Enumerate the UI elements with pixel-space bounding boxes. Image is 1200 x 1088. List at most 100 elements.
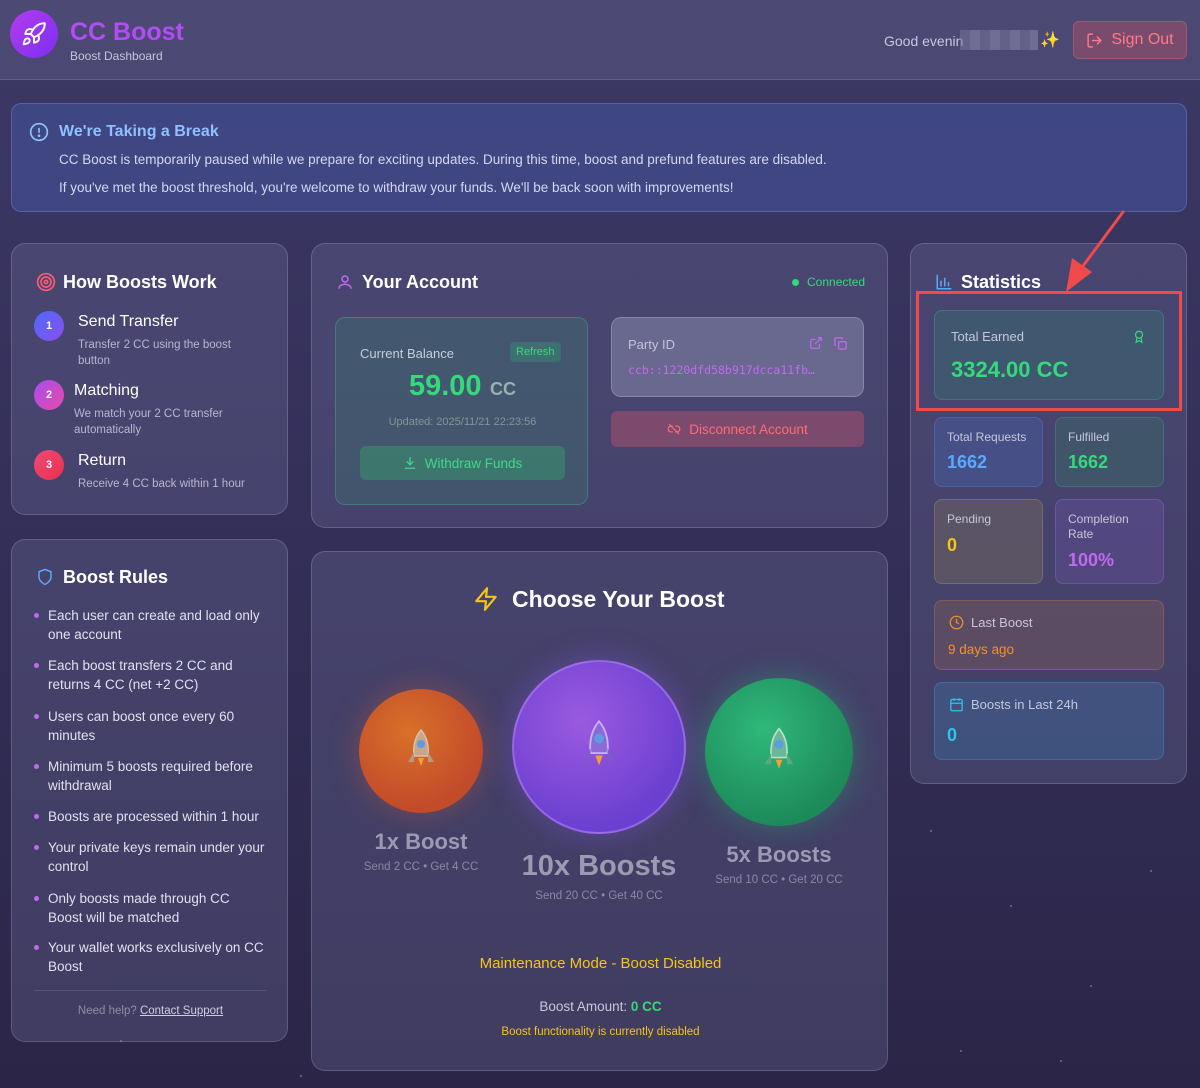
last-boost-panel: Last Boost 9 days ago xyxy=(934,600,1164,670)
boost-amount-label: Boost Amount: xyxy=(539,999,628,1014)
boosts-last24-panel: Boosts in Last 24h 0 xyxy=(934,682,1164,760)
last-boost-label: Last Boost xyxy=(971,615,1033,630)
copy-icon[interactable] xyxy=(833,336,848,351)
help-text: Need help? xyxy=(77,1005,137,1017)
boosts-last24-value: 0 xyxy=(947,725,958,745)
party-id-value: ccb::1220dfd58b917dcca11fb… xyxy=(628,363,815,377)
clock-icon xyxy=(949,615,964,630)
party-id-panel: Party ID ccb::1220dfd58b917dcca11fb… xyxy=(611,317,864,397)
redacted-username xyxy=(960,30,1038,50)
fulfilled-label: Fulfilled xyxy=(1068,430,1110,444)
boost-option-1x-desc: Send 2 CC • Get 4 CC xyxy=(363,861,479,873)
sparkle-icon: ✨ xyxy=(1040,32,1060,49)
boost-rules-card: Boost Rules Each user can create and loa… xyxy=(11,539,288,1042)
boost-option-10x-desc: Send 20 CC • Get 40 CC xyxy=(535,890,663,902)
banner-text-1: CC Boost is temporarily paused while we … xyxy=(59,152,827,167)
status-text: Connected xyxy=(807,275,866,289)
bar-chart-icon xyxy=(936,274,952,290)
statistics-title: Statistics xyxy=(961,272,1042,292)
step-title-2: Matching xyxy=(74,382,139,399)
status-dot-icon xyxy=(792,278,799,286)
brand-subtitle: Boost Dashboard xyxy=(70,49,163,63)
balance-label: Current Balance xyxy=(360,346,454,361)
highlight-box xyxy=(916,291,1182,411)
pending-label: Pending xyxy=(947,512,992,526)
pending-panel: Pending 0 xyxy=(934,499,1043,584)
how-boosts-card: How Boosts Work 1 Send Transfer Transfer… xyxy=(11,243,288,515)
rocket-icon xyxy=(583,719,615,766)
external-link-icon[interactable] xyxy=(809,336,823,350)
completion-rate-value: 100% xyxy=(1068,550,1115,570)
account-title: Your Account xyxy=(362,272,478,292)
balance-currency: CC xyxy=(490,379,517,399)
step-number-2: 2 xyxy=(34,380,64,410)
calendar-icon xyxy=(950,698,963,712)
sign-out-button[interactable]: Sign Out xyxy=(1073,21,1187,59)
choose-boost-card: Choose Your Boost 1x Boost Send 2 CC • G… xyxy=(311,551,888,1071)
step-title-3: Return xyxy=(78,452,127,469)
step-number-3: 3 xyxy=(34,450,64,480)
balance-value: 59.00 xyxy=(408,370,482,402)
party-id-label: Party ID xyxy=(628,337,675,352)
rule-item: Users can boost once every 60 minutes xyxy=(34,707,266,745)
fulfilled-value: 1662 xyxy=(1068,452,1109,472)
boosts-last24-label: Boosts in Last 24h xyxy=(971,697,1078,712)
boost-disabled-note: Boost functionality is currently disable… xyxy=(501,1026,700,1038)
contact-support-link[interactable]: Contact Support xyxy=(140,1005,223,1017)
step-title-1: Send Transfer xyxy=(78,313,179,330)
disconnect-button[interactable]: Disconnect Account xyxy=(611,411,864,447)
boost-option-10x-name: 10x Boosts xyxy=(521,850,677,882)
refresh-button[interactable]: Refresh xyxy=(510,342,561,362)
balance-panel: Current Balance Refresh 59.00 CC Updated… xyxy=(335,317,588,505)
rule-item: Each boost transfers 2 CC and returns 4 … xyxy=(34,656,266,694)
step-desc-2: We match your 2 CC transfer automaticall… xyxy=(74,408,223,436)
rule-item: Minimum 5 boosts required before withdra… xyxy=(34,757,266,795)
target-icon xyxy=(36,272,56,292)
rocket-icon xyxy=(408,728,434,766)
updated-time: Updated: 2025/11/21 22:23:56 xyxy=(388,416,537,428)
info-icon xyxy=(29,122,49,142)
boost-option-10x[interactable] xyxy=(512,660,686,834)
rule-item: Boosts are processed within 1 hour xyxy=(34,807,266,826)
withdraw-label: Withdraw Funds xyxy=(424,455,523,471)
banner-text-2: If you've met the boost threshold, you'r… xyxy=(59,180,734,195)
disconnect-label: Disconnect Account xyxy=(689,421,808,437)
boost-rules-title: Boost Rules xyxy=(63,567,169,587)
pending-value: 0 xyxy=(947,535,958,555)
rule-item: Each user can create and load only one a… xyxy=(34,606,266,644)
last-boost-value: 9 days ago xyxy=(948,642,1015,657)
logout-icon xyxy=(1087,32,1102,48)
fulfilled-panel: Fulfilled 1662 xyxy=(1055,417,1164,487)
banner-title: We're Taking a Break xyxy=(59,123,219,140)
total-requests-label: Total Requests xyxy=(947,430,1027,444)
download-icon xyxy=(404,457,416,469)
greeting-text: Good evenin xyxy=(884,33,964,49)
step-number-1: 1 xyxy=(34,311,64,341)
unlink-icon xyxy=(667,423,681,435)
how-boosts-title: How Boosts Work xyxy=(63,272,217,292)
step-desc-3: Receive 4 CC back within 1 hour xyxy=(78,478,245,490)
balance-amount: 59.00 CC xyxy=(336,370,589,403)
brand-name: CC Boost xyxy=(70,18,184,46)
completion-rate-panel: Completion Rate 100% xyxy=(1055,499,1164,584)
help-line: Need help? Contact Support xyxy=(12,1005,289,1017)
app-header: CC Boost Boost Dashboard Good evenin ✨ S… xyxy=(0,0,1200,80)
maintenance-banner: We're Taking a Break CC Boost is tempora… xyxy=(11,103,1187,212)
boost-amount-value: 0 CC xyxy=(630,999,662,1014)
boost-option-1x[interactable] xyxy=(359,689,483,813)
step-desc-1: Transfer 2 CC using the boost button xyxy=(78,339,231,367)
rule-item: Your private keys remain under your cont… xyxy=(34,838,266,876)
boost-option-5x-name: 5x Boosts xyxy=(726,842,832,867)
user-icon xyxy=(338,275,352,289)
boost-amount: Boost Amount: 0 CC xyxy=(312,999,889,1014)
rule-item: Only boosts made through CC Boost will b… xyxy=(34,889,266,927)
boost-option-5x[interactable] xyxy=(705,678,853,826)
rule-item: Your wallet works exclusively on CC Boos… xyxy=(34,938,266,976)
sign-out-label: Sign Out xyxy=(1111,31,1174,48)
withdraw-button[interactable]: Withdraw Funds xyxy=(360,446,565,480)
connection-status: Connected xyxy=(792,275,865,289)
shield-icon xyxy=(38,568,52,586)
total-requests-value: 1662 xyxy=(947,452,988,472)
rocket-icon xyxy=(764,727,794,769)
choose-boost-title: Choose Your Boost xyxy=(512,586,725,612)
